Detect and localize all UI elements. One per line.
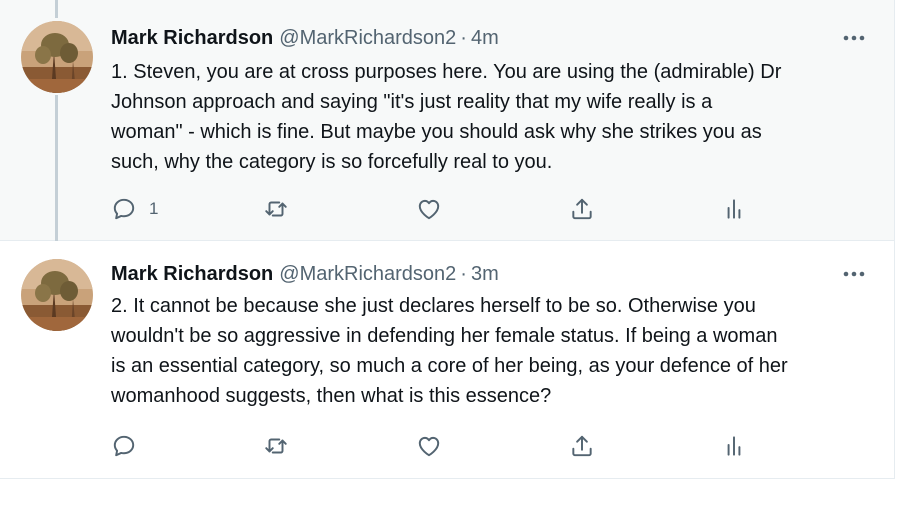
reply-icon <box>113 435 135 457</box>
more-icon <box>843 271 865 277</box>
like-button[interactable] <box>416 431 442 461</box>
author-handle[interactable]: @MarkRichardson2 <box>279 262 456 286</box>
tweet-timestamp[interactable]: 4m <box>471 26 499 50</box>
tweet-feed: Mark Richardson @MarkRichardson2 · 4m 1.… <box>0 0 895 514</box>
heart-icon <box>418 199 440 220</box>
like-button[interactable] <box>416 194 442 224</box>
tweet-header: Mark Richardson @MarkRichardson2 · 4m <box>111 26 499 50</box>
retweet-icon <box>265 201 287 217</box>
separator-dot: · <box>460 27 467 49</box>
tweet-actions: 1 <box>0 194 895 224</box>
share-icon <box>572 435 592 457</box>
tweet-text: 2. It cannot be because she just declare… <box>111 295 788 407</box>
more-options-button[interactable] <box>842 262 866 286</box>
tweet-timestamp[interactable]: 3m <box>471 262 499 286</box>
thread-connector-line <box>55 0 58 18</box>
more-options-button[interactable] <box>842 26 866 50</box>
avatar[interactable] <box>21 259 93 331</box>
reply-count: 1 <box>149 199 159 218</box>
avatar[interactable] <box>21 21 93 93</box>
author-handle[interactable]: @MarkRichardson2 <box>279 26 456 50</box>
avatar-image <box>21 259 93 331</box>
avatar-image <box>21 21 93 93</box>
share-button[interactable] <box>569 194 595 224</box>
tweet-text: 1. Steven, you are at cross purposes her… <box>111 61 782 173</box>
analytics-icon <box>727 199 741 219</box>
tweet-actions <box>0 431 895 461</box>
retweet-icon <box>265 438 287 454</box>
reply-button[interactable] <box>111 431 149 461</box>
analytics-button[interactable] <box>721 194 747 224</box>
tweet-card[interactable]: Mark Richardson @MarkRichardson2 · 3m 2.… <box>0 241 894 479</box>
separator-dot: · <box>460 263 467 285</box>
share-button[interactable] <box>569 431 595 461</box>
author-name[interactable]: Mark Richardson <box>111 262 273 286</box>
feed-continuation-area <box>0 479 895 514</box>
more-icon <box>843 35 865 41</box>
analytics-button[interactable] <box>721 431 747 461</box>
retweet-button[interactable] <box>263 431 289 461</box>
heart-icon <box>418 436 440 457</box>
share-icon <box>572 198 592 220</box>
reply-icon <box>113 198 135 220</box>
tweet-header: Mark Richardson @MarkRichardson2 · 3m <box>111 262 499 286</box>
reply-button[interactable]: 1 <box>111 194 158 224</box>
analytics-icon <box>727 436 741 456</box>
tweet-card[interactable]: Mark Richardson @MarkRichardson2 · 4m 1.… <box>0 0 894 241</box>
author-name[interactable]: Mark Richardson <box>111 26 273 50</box>
retweet-button[interactable] <box>263 194 289 224</box>
